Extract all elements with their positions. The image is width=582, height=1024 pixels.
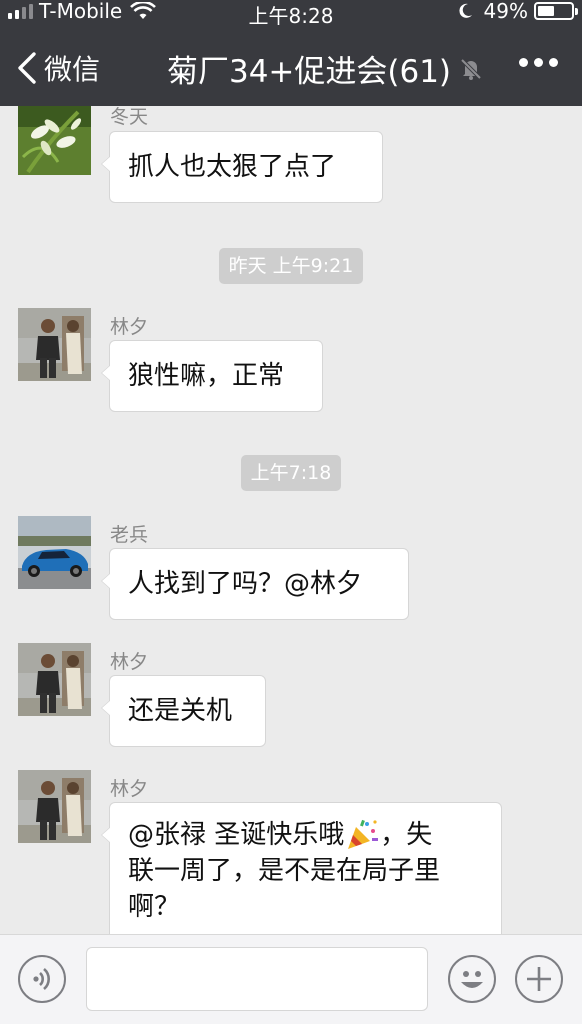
message-line: @张禄 圣诞快乐哦 ，失 (128, 817, 483, 853)
avatar[interactable] (18, 770, 91, 843)
voice-toggle-button[interactable] (18, 955, 66, 1003)
more-options-button[interactable] (519, 58, 558, 67)
message-text: 狼性嘛，正常 (128, 361, 285, 391)
mute-bell-icon (460, 58, 482, 80)
man-standing-photo (18, 308, 91, 381)
blue-sports-car-photo (18, 516, 91, 589)
back-label: 微信 (44, 53, 101, 86)
avatar[interactable] (18, 308, 91, 381)
status-bar: T-Mobile 上午8:28 49% (0, 0, 582, 28)
message-text: 人找到了吗？@林夕 (128, 569, 363, 599)
sender-name: 林夕 (110, 778, 149, 800)
voice-toggle-icon (33, 968, 50, 990)
man-standing-photo (18, 770, 91, 843)
plus-icon (527, 967, 551, 991)
man-standing-photo (18, 643, 91, 716)
message-line: 联一周了，是不是在局子里 (128, 856, 441, 886)
message-text: 抓人也太狠了点了 (128, 152, 337, 182)
sender-name: 林夕 (110, 316, 149, 338)
moon-icon (458, 3, 472, 18)
message-bubble[interactable]: 抓人也太狠了点了 (101, 131, 383, 203)
input-bar (0, 934, 582, 1024)
plus-button[interactable] (515, 955, 563, 1003)
emoji-button[interactable] (448, 955, 496, 1003)
emoji-icon (461, 971, 483, 988)
battery-percent: 49% (483, 0, 528, 23)
message-bubble[interactable]: @张禄 圣诞快乐哦 ，失 联一周了，是不是在局子里 啊？ (101, 802, 502, 934)
orchid-flower-photo (18, 106, 91, 175)
back-button[interactable]: 微信 (16, 48, 100, 88)
message-bubble[interactable]: 狼性嘛，正常 (101, 340, 323, 412)
sender-name: 林夕 (110, 651, 149, 673)
avatar[interactable] (18, 106, 91, 175)
message-line: 啊？ (128, 892, 181, 922)
sender-name: 老兵 (110, 524, 149, 546)
avatar[interactable] (18, 516, 91, 589)
message-bubble[interactable]: 还是关机 (101, 675, 266, 747)
avatar[interactable] (18, 643, 91, 716)
message-input[interactable] (86, 947, 428, 1011)
timestamp-text: 昨天 上午9:21 (218, 248, 364, 284)
timestamp-text: 上午7:18 (240, 455, 342, 491)
timestamp-chip: 昨天 上午9:21 (0, 248, 582, 284)
chat-title: 菊厂34+促进会(61) (166, 54, 452, 90)
nav-bar: 微信 菊厂34+促进会(61) (0, 40, 582, 96)
message-bubble[interactable]: 人找到了吗？@林夕 (101, 548, 409, 620)
chat-title-container: 菊厂34+促进会(61) (150, 46, 500, 91)
timestamp-chip: 上午7:18 (0, 455, 582, 491)
chat-area[interactable]: 冬天 抓人也太狠了点了 昨天 上午9:21 林夕 狼性嘛，正常 上午7:18 老… (0, 106, 582, 934)
party-popper-emoji-icon (348, 819, 379, 849)
message-text: @张禄 圣诞快乐哦 (128, 820, 345, 850)
message-text: 还是关机 (128, 696, 233, 726)
sender-name: 冬天 (110, 106, 149, 128)
chevron-left-icon (18, 52, 36, 84)
battery-icon (534, 2, 578, 20)
battery-fill (538, 6, 554, 16)
message-text: ，失 (380, 820, 433, 850)
header: T-Mobile 上午8:28 49% 微信 菊厂34+促进会(61) (0, 0, 582, 106)
status-right: 49% (456, 0, 578, 23)
